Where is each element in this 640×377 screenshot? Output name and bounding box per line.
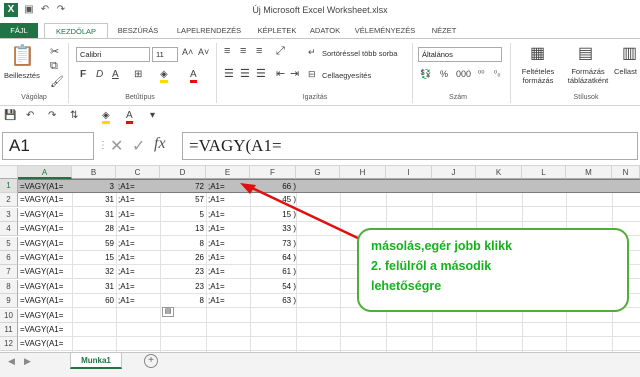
annotation-arrowhead xyxy=(240,183,256,194)
annotation-overlay xyxy=(240,183,363,242)
annotation-line-2: 2. felülről a második xyxy=(371,259,492,273)
annotation-arrow xyxy=(249,185,363,242)
annotation-callout: másolás,egér jobb klikk 2. felülről a má… xyxy=(357,228,629,312)
annotation-line-1: másolás,egér jobb klikk xyxy=(371,239,513,253)
annotation-line-3: lehetőségre xyxy=(371,279,442,293)
